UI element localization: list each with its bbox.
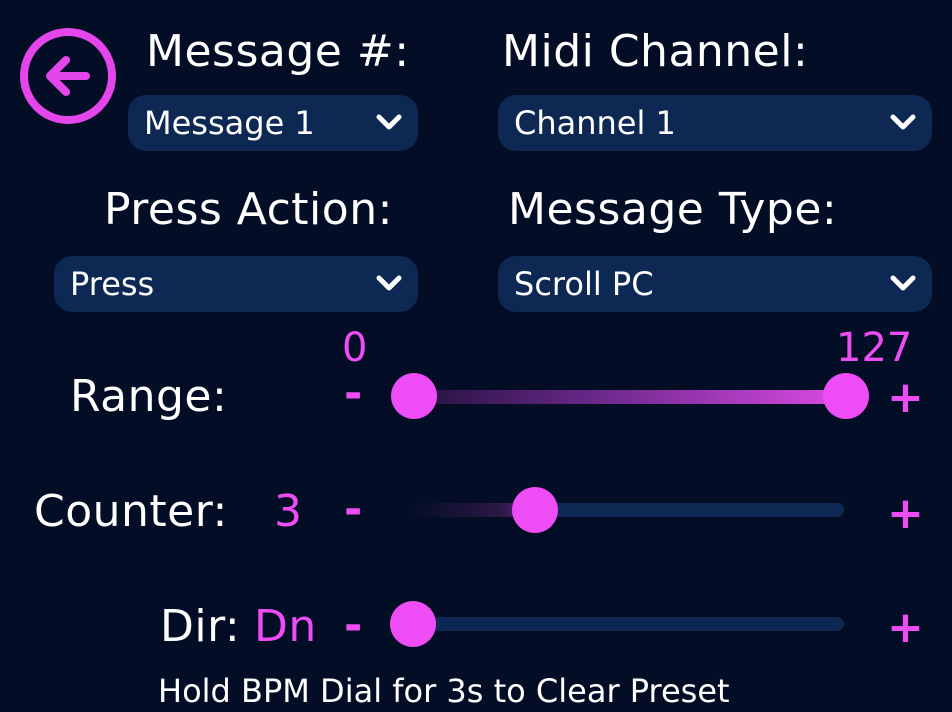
chevron-down-icon — [376, 271, 402, 297]
chevron-down-icon — [890, 110, 916, 136]
direction-value: Dn — [254, 601, 317, 652]
message-type-label: Message Type: — [508, 184, 838, 235]
counter-increment-button[interactable]: + — [887, 492, 924, 536]
message-select[interactable]: Message 1 — [128, 95, 418, 151]
message-number-label: Message #: — [146, 26, 410, 77]
press-action-label: Press Action: — [104, 184, 393, 235]
range-increment-button[interactable]: + — [887, 376, 924, 420]
direction-increment-button[interactable]: + — [887, 606, 924, 650]
counter-slider-track[interactable] — [414, 503, 844, 517]
midi-channel-label: Midi Channel: — [502, 26, 809, 77]
range-min-value: 0 — [342, 325, 368, 371]
counter-label: Counter: — [34, 486, 228, 537]
counter-slider-handle[interactable] — [512, 487, 558, 533]
press-action-select[interactable]: Press — [54, 256, 418, 312]
arrow-left-icon — [46, 56, 90, 96]
direction-slider-handle[interactable] — [390, 601, 436, 647]
channel-select[interactable]: Channel 1 — [498, 95, 932, 151]
message-select-value: Message 1 — [144, 104, 315, 142]
message-type-select[interactable]: Scroll PC — [498, 256, 932, 312]
channel-select-value: Channel 1 — [514, 104, 676, 142]
range-decrement-button[interactable]: - — [344, 372, 362, 416]
range-label: Range: — [70, 371, 228, 422]
counter-decrement-button[interactable]: - — [344, 488, 362, 532]
chevron-down-icon — [890, 271, 916, 297]
range-min-handle[interactable] — [391, 373, 437, 419]
range-max-handle[interactable] — [823, 373, 869, 419]
range-slider-track[interactable] — [414, 390, 846, 404]
counter-value: 3 — [274, 486, 303, 537]
press-action-value: Press — [70, 265, 155, 303]
message-type-value: Scroll PC — [514, 265, 654, 303]
range-max-value: 127 — [836, 325, 913, 371]
chevron-down-icon — [376, 110, 402, 136]
direction-slider-track[interactable] — [414, 617, 844, 631]
direction-decrement-button[interactable]: - — [344, 604, 362, 648]
direction-label: Dir: — [160, 601, 241, 652]
clear-preset-hint: Hold BPM Dial for 3s to Clear Preset — [158, 672, 730, 710]
back-button[interactable] — [20, 28, 116, 124]
